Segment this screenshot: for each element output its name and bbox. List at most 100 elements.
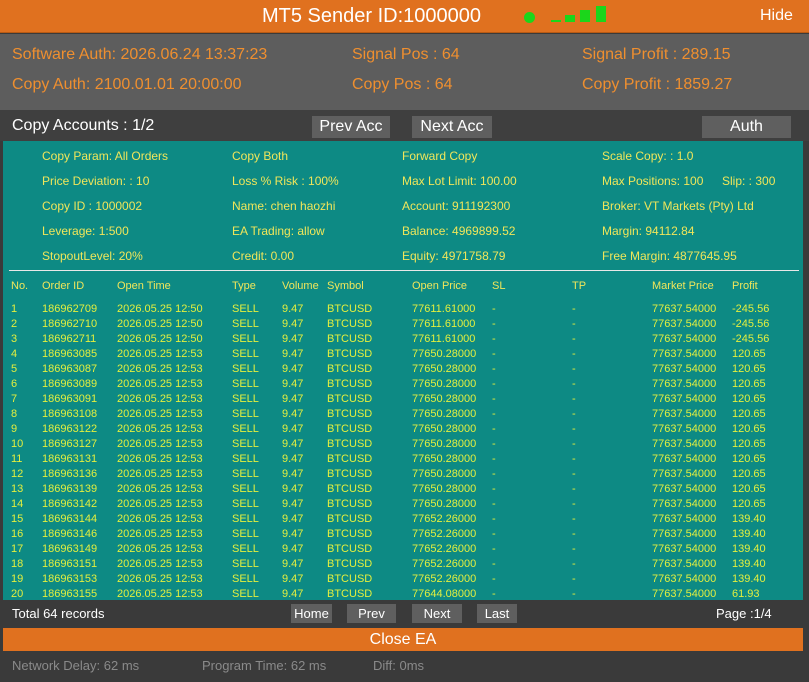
col-market-price: 77637.54000 [652,408,717,420]
col-volume: 9.47 [282,528,304,540]
prev-page-button[interactable]: Prev [347,604,396,623]
copy-accounts-title: Copy Accounts : 1/2 [12,117,155,134]
col-open-price: 77650.28000 [412,498,477,510]
col-open-time: 2026.05.25 12:53 [117,468,203,480]
col-symbol: BTCUSD [327,573,373,585]
col-profit: 61.93 [732,588,760,600]
col-open-price: 77652.26000 [412,528,477,540]
next-acc-button[interactable]: Next Acc [412,116,492,138]
col-profit: -245.56 [732,318,770,330]
col-tp: - [572,348,576,360]
col-no: 11 [11,453,23,465]
col-tp: - [572,468,576,480]
col-sl: - [492,303,496,315]
col-profit: 120.65 [732,498,766,510]
col-market-price: 77637.54000 [652,483,717,495]
leverage: Leverage: 1:500 [42,224,129,238]
col-open-time: 2026.05.25 12:53 [117,513,203,525]
col-market-price: 77637.54000 [652,513,717,525]
col-tp: - [572,513,576,525]
col-profit: 139.40 [732,543,766,555]
home-button[interactable]: Home [291,604,332,623]
col-market-price: 77637.54000 [652,573,717,585]
col-open-time: 2026.05.25 12:53 [117,573,203,585]
col-order-id: 186963153 [42,573,98,585]
col-type: SELL [232,423,259,435]
col-no: 10 [11,438,24,450]
col-no: 16 [11,528,24,540]
col-symbol: BTCUSD [327,438,373,450]
col-open-price: 77650.28000 [412,393,477,405]
slip: Slip: : 300 [722,174,776,188]
col-order-id: 186963149 [42,543,98,555]
col-profit: 120.65 [732,348,766,360]
col-open-price: 77650.28000 [412,378,477,390]
col-open-time: 2026.05.25 12:50 [117,318,203,330]
col-profit: 120.65 [732,393,766,405]
ea-trading: EA Trading: allow [232,224,325,238]
col-open-time: 2026.05.25 12:53 [117,588,203,600]
col-no: 18 [11,558,24,570]
col-type: SELL [232,513,259,525]
col-type: SELL [232,468,259,480]
divider [9,270,799,271]
col-sl: - [492,408,496,420]
col-no: 6 [11,378,18,390]
col-sl-header: SL [492,280,506,292]
col-market-price: 77637.54000 [652,543,717,555]
col-order-id: 186963146 [42,528,98,540]
col-market-price: 77637.54000 [652,333,717,345]
col-volume: 9.47 [282,588,304,600]
col-order-id: 186963089 [42,378,98,390]
next-page-button[interactable]: Next [412,604,462,623]
col-sl: - [492,348,496,360]
col-order-id: 186963151 [42,558,98,570]
col-profit: 120.65 [732,483,766,495]
col-tp: - [572,333,576,345]
close-ea-button[interactable]: Close EA [3,628,803,651]
col-symbol: BTCUSD [327,558,373,570]
prev-acc-button[interactable]: Prev Acc [312,116,390,138]
col-profit: 139.40 [732,513,766,525]
col-no: 8 [11,408,18,420]
auth-button[interactable]: Auth [702,116,791,138]
col-no: 19 [11,573,24,585]
col-profit-header: Profit [732,280,758,292]
col-volume: 9.47 [282,333,304,345]
col-tp: - [572,483,576,495]
title-bar: MT5 Sender ID:1000000 Hide [0,0,809,33]
col-profit: 139.40 [732,573,766,585]
col-symbol: BTCUSD [327,588,373,600]
last-page-button[interactable]: Last [477,604,517,623]
hide-button[interactable]: Hide [760,7,793,25]
col-order-id: 186963155 [42,588,98,600]
signal-pos: Signal Pos : 64 [352,46,460,63]
col-volume: 9.47 [282,408,304,420]
col-open-price: 77652.26000 [412,573,477,585]
col-profit: -245.56 [732,333,770,345]
col-volume: 9.47 [282,363,304,375]
col-open-time: 2026.05.25 12:53 [117,378,203,390]
col-type: SELL [232,588,259,600]
col-type: SELL [232,528,259,540]
col-symbol: BTCUSD [327,513,373,525]
col-market-price: 77637.54000 [652,348,717,360]
col-sl: - [492,393,496,405]
col-tp: - [572,303,576,315]
equity: Equity: 4971758.79 [402,249,506,263]
col-symbol: BTCUSD [327,333,373,345]
col-volume: 9.47 [282,513,304,525]
col-market-price-header: Market Price [652,280,714,292]
col-market-price: 77637.54000 [652,438,717,450]
col-order-id: 186963122 [42,423,98,435]
col-symbol: BTCUSD [327,483,373,495]
col-type: SELL [232,438,259,450]
col-open-price: 77650.28000 [412,468,477,480]
broker: Broker: VT Markets (Pty) Ltd [602,199,754,213]
col-type: SELL [232,333,259,345]
col-market-price: 77637.54000 [652,303,717,315]
col-symbol: BTCUSD [327,393,373,405]
col-order-id: 186963144 [42,513,98,525]
info-panel: Software Auth: 2026.06.24 13:37:23 Copy … [0,34,809,110]
col-tp: - [572,588,576,600]
